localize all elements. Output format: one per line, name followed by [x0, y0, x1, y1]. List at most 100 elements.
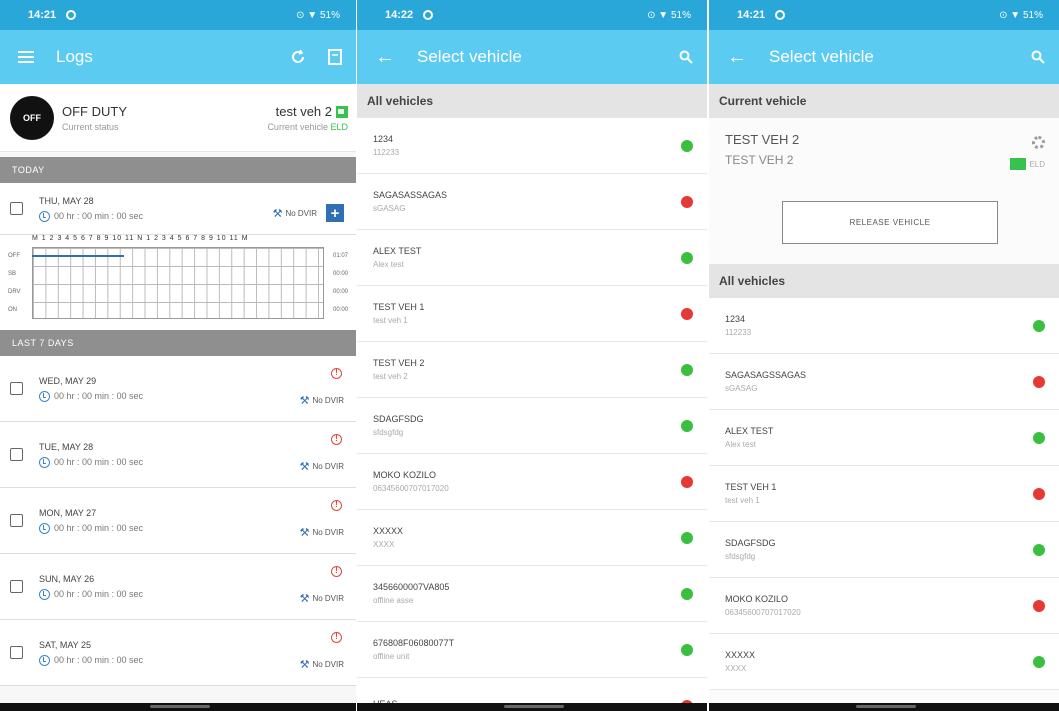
vehicle-row[interactable]: XXXXX XXXX — [709, 634, 1059, 690]
vehicle-name: SAGASAGSSAGAS — [725, 370, 807, 380]
wrench-icon: ⚒ — [299, 395, 310, 407]
status-dot-icon — [1033, 487, 1045, 500]
vehicle-subtitle: Alex test — [373, 260, 404, 269]
dvir-label: No DVIR — [312, 528, 344, 537]
vehicle-name: test veh 2 — [275, 103, 332, 119]
graph-row-label: ON — [8, 307, 17, 313]
vehicle-subtitle: Alex test — [725, 440, 756, 449]
list-header-all-vehicles: All vehicles — [709, 264, 1059, 298]
vehicle-row[interactable]: MOKO KOZILO 06345600707017020 — [357, 454, 707, 510]
search-icon[interactable] — [1031, 50, 1045, 64]
vehicle-row[interactable]: 676808F06080077T offline unit — [357, 622, 707, 678]
dvir-status[interactable]: ⚒ No DVIR — [300, 394, 344, 407]
vehicle-name: XXXXX — [373, 526, 404, 536]
vehicle-row[interactable]: SAGASASSAGAS sGASAG — [357, 174, 707, 230]
vehicle-name: MOKO KOZILO — [725, 594, 789, 604]
vehicle-name: TEST VEH 1 — [725, 482, 777, 492]
status-dot-icon — [1033, 543, 1045, 556]
day-checkbox[interactable] — [10, 448, 23, 461]
status-bar: 14:21 ⊙ ▼ 51% — [0, 0, 356, 30]
vehicle-row[interactable]: ALEX TEST Alex test — [709, 410, 1059, 466]
system-nav-bar[interactable] — [357, 703, 707, 711]
log-day-today[interactable]: THU, MAY 28 00 hr : 00 min : 00 sec ⚒ No… — [0, 183, 356, 235]
document-icon[interactable] — [328, 49, 342, 65]
duty-graph[interactable]: M 1 2 3 4 5 6 7 8 9 10 11 N 1 2 3 4 5 6 … — [0, 235, 356, 330]
vehicle-name: 1234 — [373, 134, 394, 144]
off-duty-segment — [32, 255, 124, 257]
menu-icon[interactable] — [18, 51, 34, 63]
day-date: TUE, MAY 28 — [39, 441, 94, 452]
vehicle-row[interactable]: SDAGFSDG sfdsgfdg — [357, 398, 707, 454]
search-icon[interactable] — [679, 50, 693, 64]
dvir-status[interactable]: ⚒ No DVIR — [300, 526, 344, 539]
log-day-row[interactable]: SUN, MAY 26 00 hr : 00 min : 00 sec ! ⚒ N… — [0, 554, 356, 620]
vehicle-row[interactable]: MOKO KOZILO 06345600707017020 — [709, 578, 1059, 634]
vehicle-name: TEST VEH 1 — [373, 302, 425, 312]
eld-code: ELD — [1029, 159, 1045, 169]
status-dot-icon — [681, 587, 693, 600]
dvir-status[interactable]: ⚒ No DVIR — [300, 658, 344, 671]
day-checkbox[interactable] — [10, 202, 23, 215]
log-day-row[interactable]: TUE, MAY 28 00 hr : 00 min : 00 sec ! ⚒ N… — [0, 422, 356, 488]
graph-row-total: 00:00 — [332, 271, 348, 277]
duty-status-panel[interactable]: OFF OFF DUTY Current status test veh 2 C… — [0, 84, 356, 152]
duty-caption: Current status — [62, 121, 119, 132]
dvir-status[interactable]: ⚒ No DVIR + — [273, 204, 344, 222]
day-hours: 00 hr : 00 min : 00 sec — [54, 655, 144, 665]
current-vehicle-card: TEST VEH 2 TEST VEH 2 ELD RELEASE VEHICL… — [709, 118, 1059, 264]
refresh-icon[interactable] — [290, 49, 306, 65]
vehicle-row[interactable]: 1234 112233 — [709, 298, 1059, 354]
add-dvir-button[interactable]: + — [326, 204, 344, 222]
vehicle-name: SDAGFSDG — [373, 414, 424, 424]
app-bar: ← Select vehicle — [709, 30, 1059, 84]
vehicle-row[interactable]: SAGASAGSSAGAS sGASAG — [709, 354, 1059, 410]
status-dot-icon — [1033, 599, 1045, 612]
log-day-row[interactable]: SAT, MAY 25 00 hr : 00 min : 00 sec ! ⚒ N… — [0, 620, 356, 686]
list-header-current-vehicle: Current vehicle — [709, 84, 1059, 118]
vehicle-row[interactable]: TEST VEH 1 test veh 1 — [709, 466, 1059, 522]
vehicle-row[interactable]: SDAGFSDG sfdsgfdg — [709, 522, 1059, 578]
status-dot-icon — [681, 251, 693, 264]
status-dot-icon — [1033, 375, 1045, 388]
graph-row-totals: 01:07 00:00 00:00 00:00 — [326, 247, 348, 319]
dvir-status[interactable]: ⚒ No DVIR — [300, 460, 344, 473]
current-vehicle-screen: 14:21 ⊙ ▼ 51% ← Select vehicle Current v… — [709, 0, 1059, 711]
vehicle-row[interactable]: ALEX TEST Alex test — [357, 230, 707, 286]
violation-alert-icon: ! — [331, 500, 342, 511]
duty-badge[interactable]: OFF — [10, 95, 54, 140]
vehicle-row[interactable]: TEST VEH 2 test veh 2 — [357, 342, 707, 398]
day-checkbox[interactable] — [10, 580, 23, 593]
current-vehicle-info[interactable]: test veh 2 Current vehicle ELD — [267, 104, 348, 132]
dvir-label: No DVIR — [312, 660, 344, 669]
vehicle-name: SDAGFSDG — [725, 538, 776, 548]
dvir-status[interactable]: ⚒ No DVIR — [300, 592, 344, 605]
gear-icon[interactable] — [1032, 136, 1045, 149]
vehicle-name: 676808F06080077T — [373, 638, 455, 648]
graph-row-total: 01:07 — [332, 253, 348, 259]
status-time: 14:22 — [385, 9, 414, 21]
log-day-row[interactable]: WED, MAY 29 00 hr : 00 min : 00 sec ! ⚒ N… — [0, 356, 356, 422]
back-arrow-icon[interactable]: ← — [375, 47, 395, 67]
vehicle-subtitle: test veh 1 — [373, 316, 408, 325]
log-day-row[interactable]: MON, MAY 27 00 hr : 00 min : 00 sec ! ⚒ N… — [0, 488, 356, 554]
vehicle-name: ALEX TEST — [373, 246, 422, 256]
vehicle-row[interactable]: XXXXX XXXX — [357, 510, 707, 566]
day-checkbox[interactable] — [10, 382, 23, 395]
vehicle-row[interactable]: 3456600007VA805 offline asse — [357, 566, 707, 622]
day-date: SUN, MAY 26 — [39, 573, 95, 584]
day-date: THU, MAY 28 — [39, 195, 94, 206]
wrench-icon: ⚒ — [299, 461, 310, 473]
section-header-today: TODAY — [0, 157, 356, 183]
day-checkbox[interactable] — [10, 514, 23, 527]
vehicle-row[interactable]: 1234 112233 — [357, 118, 707, 174]
status-dot-icon — [1033, 319, 1045, 332]
vehicle-subtitle: offline unit — [373, 652, 410, 661]
release-vehicle-button[interactable]: RELEASE VEHICLE — [782, 201, 998, 244]
system-nav-bar[interactable] — [709, 703, 1059, 711]
vehicle-row[interactable]: TEST VEH 1 test veh 1 — [357, 286, 707, 342]
system-nav-bar[interactable] — [0, 703, 356, 711]
vehicle-subtitle: test veh 2 — [373, 372, 408, 381]
back-arrow-icon[interactable]: ← — [727, 47, 747, 67]
day-checkbox[interactable] — [10, 646, 23, 659]
clock-icon — [39, 456, 50, 468]
